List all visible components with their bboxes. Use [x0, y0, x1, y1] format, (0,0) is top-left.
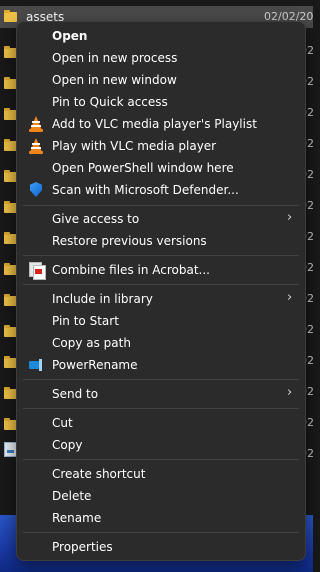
menu-item-label: Open in new window — [52, 73, 177, 87]
acrobat-combine-icon — [28, 262, 46, 280]
menu-item-rename[interactable]: Rename — [21, 507, 301, 529]
menu-item-label: Open — [52, 29, 88, 43]
menu-item-powerrename[interactable]: PowerRename — [21, 354, 301, 376]
powerrename-icon — [28, 357, 44, 373]
menu-item-cut[interactable]: Cut — [21, 412, 301, 434]
vlc-icon — [28, 138, 44, 154]
menu-item-label: Open in new process — [52, 51, 178, 65]
menu-item-label: Cut — [52, 416, 73, 430]
menu-item-delete[interactable]: Delete — [21, 485, 301, 507]
context-menu: Open Open in new process Open in new win… — [16, 21, 306, 561]
menu-item-open-powershell[interactable]: Open PowerShell window here — [21, 157, 301, 179]
chevron-right-icon: › — [287, 290, 293, 305]
menu-item-copy-as-path[interactable]: Copy as path — [21, 332, 301, 354]
chevron-right-icon: › — [287, 210, 293, 225]
menu-item-label: Include in library — [52, 292, 153, 306]
menu-item-label: Combine files in Acrobat... — [52, 263, 210, 277]
menu-item-label: Properties — [52, 540, 113, 554]
menu-item-combine-acrobat[interactable]: Combine files in Acrobat... — [21, 259, 301, 281]
menu-item-open-new-process[interactable]: Open in new process — [21, 47, 301, 69]
menu-item-label: Restore previous versions — [52, 234, 207, 248]
folder-icon — [4, 10, 17, 22]
menu-item-scan-defender[interactable]: Scan with Microsoft Defender... — [21, 179, 301, 201]
menu-item-label: Send to — [52, 387, 99, 401]
menu-item-send-to[interactable]: Send to › — [21, 383, 301, 405]
menu-separator — [23, 379, 299, 380]
menu-item-pin-start[interactable]: Pin to Start — [21, 310, 301, 332]
menu-item-copy[interactable]: Copy — [21, 434, 301, 456]
chevron-right-icon: › — [287, 385, 293, 400]
menu-item-label: Rename — [52, 511, 102, 525]
menu-item-label: Play with VLC media player — [52, 139, 217, 153]
defender-shield-icon — [28, 182, 44, 198]
menu-item-label: Create shortcut — [52, 467, 146, 481]
vlc-icon — [28, 116, 44, 132]
menu-separator — [23, 205, 299, 206]
menu-item-label: Open PowerShell window here — [52, 161, 234, 175]
menu-item-properties[interactable]: Properties — [21, 536, 301, 558]
menu-item-label: Delete — [52, 489, 92, 503]
menu-item-label: Copy as path — [52, 336, 131, 350]
menu-item-label: Scan with Microsoft Defender... — [52, 183, 239, 197]
menu-item-include-library[interactable]: Include in library › — [21, 288, 301, 310]
menu-separator — [23, 255, 299, 256]
menu-separator — [23, 284, 299, 285]
menu-separator — [23, 459, 299, 460]
menu-item-give-access[interactable]: Give access to › — [21, 208, 301, 230]
menu-item-restore-versions[interactable]: Restore previous versions — [21, 230, 301, 252]
menu-item-label: Add to VLC media player's Playlist — [52, 117, 257, 131]
menu-item-open[interactable]: Open — [21, 25, 301, 47]
menu-item-vlc-playlist[interactable]: Add to VLC media player's Playlist — [21, 113, 301, 135]
menu-item-open-new-window[interactable]: Open in new window — [21, 69, 301, 91]
menu-item-label: Copy — [52, 438, 83, 452]
menu-item-label: Pin to Start — [52, 314, 119, 328]
menu-item-label: Pin to Quick access — [52, 95, 168, 109]
menu-item-label: PowerRename — [52, 358, 138, 372]
menu-item-label: Give access to — [52, 212, 140, 226]
menu-item-create-shortcut[interactable]: Create shortcut — [21, 463, 301, 485]
menu-item-vlc-play[interactable]: Play with VLC media player — [21, 135, 301, 157]
menu-separator — [23, 408, 299, 409]
menu-separator — [23, 532, 299, 533]
menu-item-pin-quick-access[interactable]: Pin to Quick access — [21, 91, 301, 113]
